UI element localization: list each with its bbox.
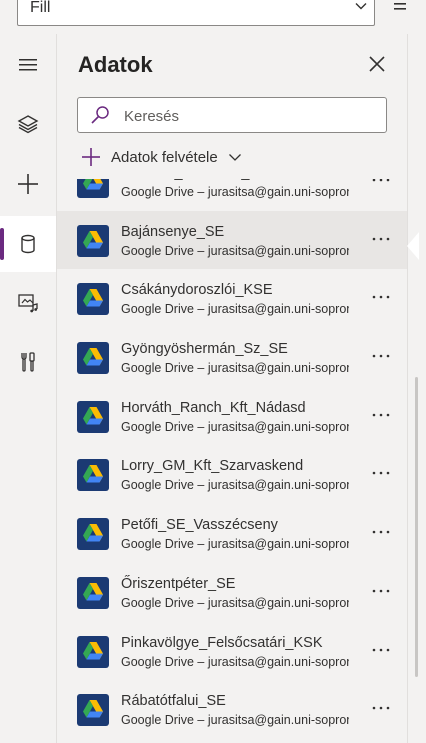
more-options-icon[interactable] (371, 524, 391, 540)
more-options-icon[interactable] (371, 407, 391, 423)
more-options-icon[interactable] (371, 289, 391, 305)
property-bar: Fill (0, 0, 426, 35)
more-options-icon[interactable] (371, 179, 391, 188)
more-options-icon[interactable] (371, 583, 391, 599)
data-source-name: Petőfi_SE_Vasszécseny (121, 517, 278, 534)
data-source-item[interactable]: Pinkavölgye_Felsőcsatári_KSK Google Driv… (57, 622, 407, 681)
search-icon (91, 106, 109, 124)
google-drive-icon (77, 179, 109, 198)
data-source-name: Horváth_Ranch_Kft_Nádasd (121, 399, 306, 416)
more-options-icon[interactable] (371, 465, 391, 481)
data-panel: Adatok Adatok felvétele Tutitextil_Körme… (57, 34, 407, 743)
advanced-tools-button[interactable] (0, 334, 56, 390)
scrollbar-thumb[interactable] (415, 377, 418, 677)
data-source-item[interactable]: Őriszentpéter_SE Google Drive – jurasits… (57, 563, 407, 622)
data-source-connection: Google Drive – jurasitsa@gain.uni-sopron… (121, 302, 349, 317)
formula-expand-icon[interactable] (386, 0, 414, 24)
media-button[interactable] (0, 275, 56, 331)
tools-icon (21, 352, 35, 372)
data-source-name: Gyöngyöshermán_Sz_SE (121, 341, 288, 358)
plus-icon (18, 174, 38, 194)
data-source-connection: Google Drive – jurasitsa@gain.uni-sopron… (121, 185, 349, 199)
data-source-name: Őriszentpéter_SE (121, 575, 236, 592)
data-source-name: Bajánsenye_SE (121, 223, 225, 240)
google-drive-icon (77, 283, 109, 316)
google-drive-icon (77, 576, 109, 609)
left-rail (0, 34, 57, 743)
chevron-down-icon (355, 3, 367, 10)
data-source-list: Tutitextil_Körmend_VSE Google Drive – ju… (57, 179, 407, 743)
data-source-connection: Google Drive – jurasitsa@gain.uni-sopron… (121, 419, 349, 434)
data-source-name: Pinkavölgye_Felsőcsatári_KSK (121, 634, 323, 651)
data-source-connection: Google Drive – jurasitsa@gain.uni-sopron… (121, 243, 349, 258)
data-source-connection: Google Drive – jurasitsa@gain.uni-sopron… (121, 595, 349, 610)
insert-button[interactable] (0, 156, 56, 212)
more-options-icon[interactable] (371, 642, 391, 658)
more-options-icon[interactable] (371, 700, 391, 716)
tree-view-button[interactable] (0, 96, 56, 152)
search-input[interactable] (122, 103, 376, 129)
data-source-item[interactable]: Rábatótfalui_SE Google Drive – jurasitsa… (57, 680, 407, 739)
google-drive-icon (77, 459, 109, 492)
data-source-connection: Google Drive – jurasitsa@gain.uni-sopron… (121, 537, 349, 552)
google-drive-icon (77, 635, 109, 668)
property-dropdown-value: Fill (30, 0, 51, 16)
data-source-name: Tutitextil_Körmend_VSE (121, 179, 278, 181)
data-source-item[interactable]: Csákánydoroszlói_KSE Google Drive – jura… (57, 269, 407, 328)
more-options-icon[interactable] (371, 231, 391, 247)
selection-pointer (407, 232, 419, 260)
google-drive-icon (77, 400, 109, 433)
data-source-connection: Google Drive – jurasitsa@gain.uni-sopron… (121, 478, 349, 493)
data-source-item[interactable]: Tutitextil_Körmend_VSE Google Drive – ju… (57, 179, 407, 211)
search-box[interactable] (77, 97, 387, 133)
data-source-item[interactable]: Petőfi_SE_Vasszécseny Google Drive – jur… (57, 504, 407, 563)
hamburger-icon (19, 59, 37, 71)
panel-title: Adatok (78, 52, 153, 77)
data-source-name: Csákánydoroszlói_KSE (121, 282, 273, 299)
data-source-name: Lorry_GM_Kft_Szarvaskend (121, 458, 304, 475)
data-source-item[interactable]: Gyöngyöshermán_Sz_SE Google Drive – jura… (57, 328, 407, 387)
panel-scrollbar[interactable] (407, 34, 426, 743)
close-icon[interactable] (365, 52, 389, 76)
add-data-label: Adatok felvétele (111, 148, 218, 166)
layers-icon (17, 115, 39, 134)
google-drive-icon (77, 342, 109, 375)
data-source-item[interactable]: Bajánsenye_SE Google Drive – jurasitsa@g… (57, 210, 407, 270)
media-icon (18, 294, 38, 313)
data-source-connection: Google Drive – jurasitsa@gain.uni-sopron… (121, 713, 349, 728)
data-source-item[interactable]: Horváth_Ranch_Kft_Nádasd Google Drive – … (57, 387, 407, 446)
google-drive-icon (77, 694, 109, 727)
data-source-item[interactable]: Lorry_GM_Kft_Szarvaskend Google Drive – … (57, 445, 407, 504)
data-button[interactable] (0, 216, 56, 272)
hamburger-menu-button[interactable] (0, 37, 56, 93)
chevron-down-icon (228, 154, 241, 161)
data-source-connection: Google Drive – jurasitsa@gain.uni-sopron… (121, 361, 349, 376)
property-dropdown[interactable]: Fill (17, 0, 375, 26)
plus-icon (82, 148, 100, 166)
add-data-button[interactable]: Adatok felvétele (81, 144, 242, 170)
data-source-connection: Google Drive – jurasitsa@gain.uni-sopron… (121, 654, 349, 669)
database-icon (21, 234, 35, 254)
google-drive-icon (77, 224, 109, 257)
google-drive-icon (77, 518, 109, 551)
more-options-icon[interactable] (371, 348, 391, 364)
data-source-name: Rábatótfalui_SE (121, 693, 226, 710)
